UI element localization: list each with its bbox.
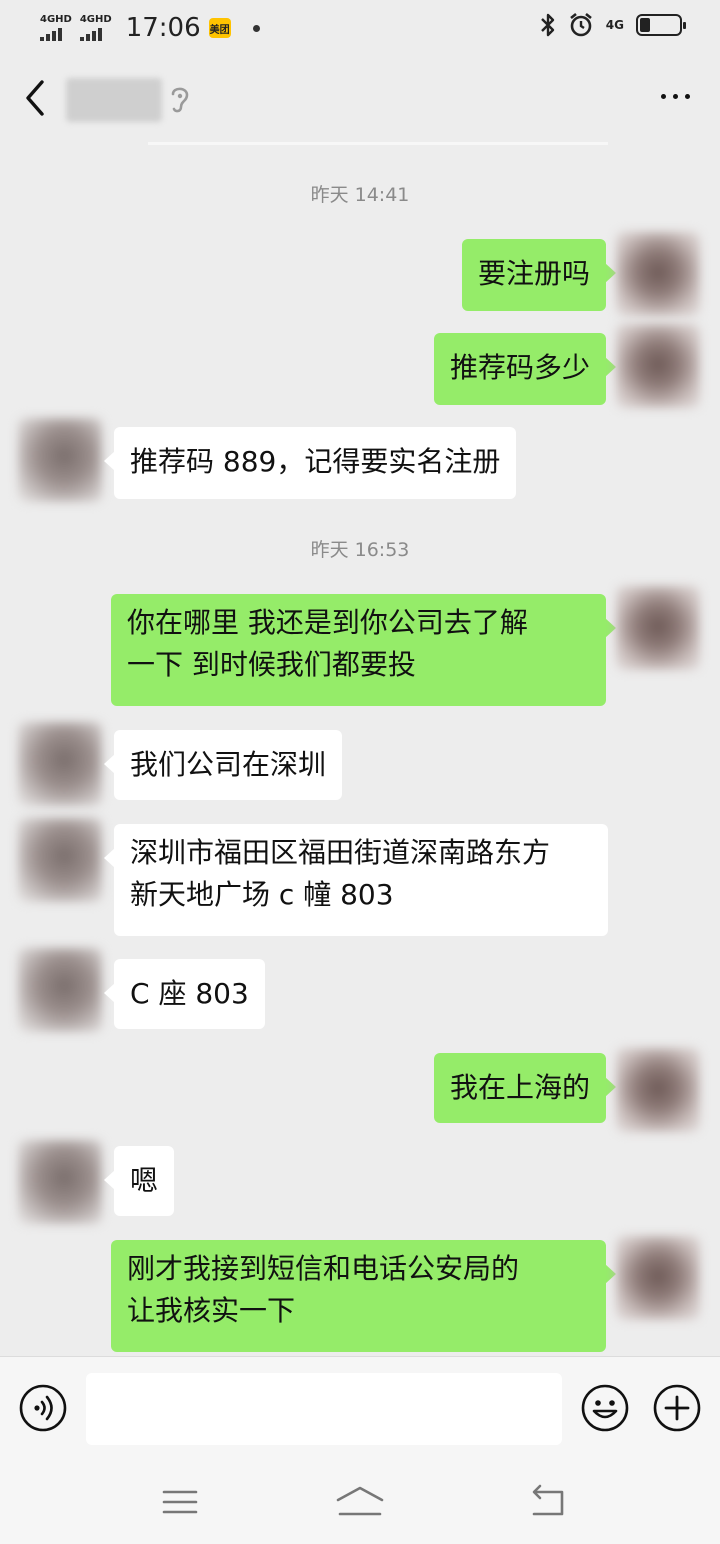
message-text: 一下 到时候我们都要投: [127, 648, 416, 681]
message-text: 我在上海的: [449, 1071, 590, 1104]
battery-icon: [636, 14, 686, 36]
meituan-app-icon: 美团: [208, 18, 231, 38]
incoming-message[interactable]: 嗯: [103, 1146, 175, 1216]
status-right-group: 4G: [540, 12, 686, 38]
message-input[interactable]: [86, 1373, 562, 1445]
outgoing-message[interactable]: 我在上海的: [433, 1053, 617, 1123]
incoming-message[interactable]: 深圳市福田区福田街道深南路东方 新天地广场 c 幢 803: [104, 824, 608, 936]
incoming-message[interactable]: 推荐码 889，记得要实名注册: [103, 427, 517, 499]
message-text: 刚才我接到短信和电话公安局的: [127, 1252, 520, 1285]
message-input-bar: [0, 1356, 720, 1460]
contact-avatar[interactable]: [18, 418, 102, 502]
my-avatar[interactable]: [616, 324, 700, 408]
message-text: 要注册吗: [477, 257, 590, 290]
signal-bars-icon: [79, 27, 102, 41]
contact-avatar[interactable]: [18, 1140, 102, 1224]
message-text: 推荐码 889，记得要实名注册: [130, 445, 501, 478]
more-icon[interactable]: [661, 94, 690, 99]
back-arrow-icon[interactable]: [20, 78, 50, 118]
menu-icon[interactable]: [160, 1482, 200, 1522]
outgoing-message[interactable]: 刚才我接到短信和电话公安局的 让我核实一下: [111, 1240, 616, 1352]
status-time: 17:06: [125, 13, 201, 43]
my-avatar[interactable]: [616, 232, 700, 316]
chat-message-list[interactable]: 昨天 14:41 要注册吗 推荐码多少 推荐码 889，记得要实名注册 昨天 1…: [0, 144, 720, 1356]
message-text: 我们公司在深圳: [130, 748, 327, 781]
message-text: 新天地广场 c 幢 803: [130, 878, 394, 911]
my-avatar[interactable]: [616, 1048, 700, 1132]
my-avatar[interactable]: [616, 1236, 700, 1320]
home-icon[interactable]: [334, 1482, 386, 1522]
contact-avatar[interactable]: [18, 818, 102, 902]
status-bar: 4GHD 4GHD 17:06 美团 4G: [0, 0, 720, 56]
incoming-message[interactable]: 我们公司在深圳: [103, 730, 343, 800]
message-text: C 座 803: [130, 977, 249, 1010]
signal-bars-icon: [40, 27, 62, 41]
contact-avatar[interactable]: [18, 948, 102, 1032]
my-avatar[interactable]: [616, 586, 700, 670]
message-text: 你在哪里 我还是到你公司去了解: [127, 606, 528, 639]
outgoing-message[interactable]: 推荐码多少: [433, 333, 617, 405]
emoji-icon[interactable]: [580, 1383, 630, 1433]
plus-icon[interactable]: [652, 1383, 702, 1433]
notification-dot-icon: [252, 24, 260, 32]
chat-header: [0, 56, 720, 145]
message-text: 让我核实一下: [127, 1294, 296, 1327]
timestamp: 昨天 14:41: [310, 184, 410, 206]
signal-indicator-2: 4GHD: [79, 14, 112, 41]
outgoing-message[interactable]: 要注册吗: [461, 239, 617, 311]
bluetooth-icon: [540, 13, 554, 37]
alarm-icon: [569, 12, 592, 37]
message-text: 嗯: [130, 1164, 159, 1197]
voice-icon[interactable]: [18, 1383, 68, 1433]
back-icon[interactable]: [526, 1482, 570, 1522]
message-text: 深圳市福田区福田街道深南路东方: [130, 836, 551, 869]
network-type: 4G: [605, 18, 624, 32]
outgoing-message[interactable]: 你在哪里 我还是到你公司去了解 一下 到时候我们都要投: [111, 594, 616, 706]
signal-label-1: 4GHD: [40, 14, 72, 25]
message-text: 推荐码多少: [449, 351, 590, 384]
system-navigation-bar: [0, 1460, 720, 1544]
timestamp: 昨天 16:53: [310, 539, 410, 561]
incoming-message[interactable]: C 座 803: [104, 959, 265, 1029]
earpiece-icon: [171, 87, 189, 113]
contact-avatar[interactable]: [18, 722, 102, 806]
contact-name-blurred[interactable]: [66, 78, 162, 122]
signal-label-2: 4GHD: [79, 14, 112, 25]
signal-indicator-1: 4GHD: [40, 15, 72, 41]
